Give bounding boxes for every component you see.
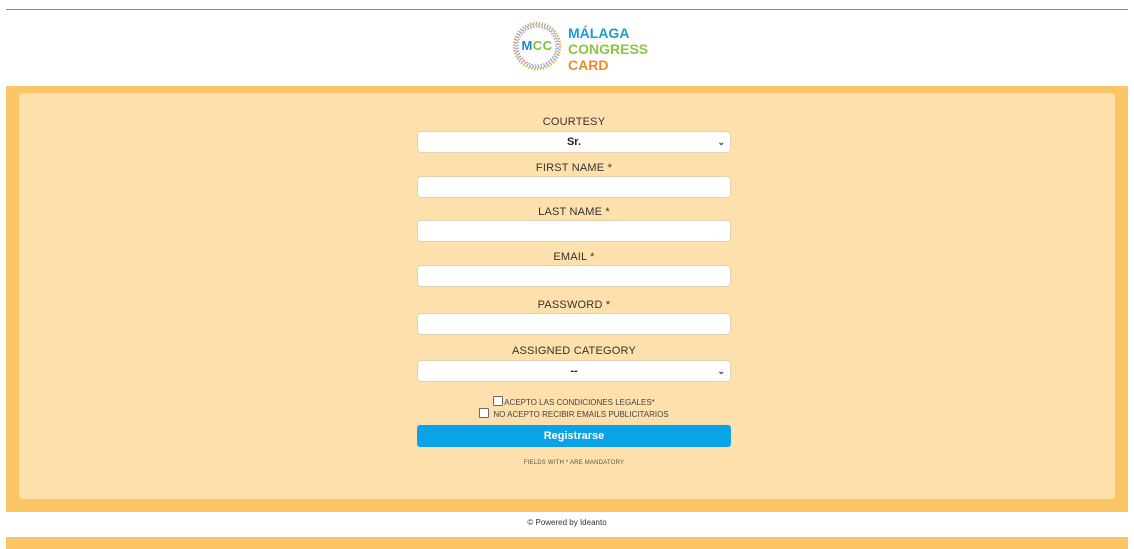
logo-line-malaga: MÁLAGA (568, 25, 630, 41)
mcc-logo[interactable]: MCC MÁLAGA CONGRESS CARD (507, 17, 648, 79)
last-name-input[interactable] (417, 220, 731, 242)
assigned-category-label: ASSIGNED CATEGORY (511, 345, 637, 357)
assigned-category-select[interactable]: -- ⌄ (417, 360, 731, 382)
registration-frame: COURTESY Sr. ⌄ FIRST NAME * LAST NAME * … (6, 86, 1128, 512)
advertising-emails-label: NO ACEPTO RECIBIR EMAILS PUBLICITARIOS (493, 410, 669, 419)
first-name-input[interactable] (417, 176, 731, 198)
chevron-down-icon: ⌄ (717, 366, 725, 376)
register-button[interactable]: Registrarse (417, 425, 731, 447)
first-name-label: FIRST NAME * (535, 162, 613, 174)
last-name-label: LAST NAME * (538, 206, 610, 218)
legal-conditions-checkbox[interactable] (493, 396, 504, 406)
password-input[interactable] (417, 313, 731, 335)
courtesy-label: COURTESY (542, 116, 606, 128)
mandatory-fields-note: FIELDS WITH * ARE MANDATORY (523, 460, 625, 466)
logo-line-congress: CONGRESS (568, 41, 649, 57)
registration-panel: COURTESY Sr. ⌄ FIRST NAME * LAST NAME * … (19, 93, 1115, 499)
footer-powered-by: © Powered by Ideanto (527, 518, 607, 527)
logo-line-card: CARD (568, 57, 609, 73)
chevron-down-icon: ⌄ (717, 137, 725, 147)
legal-conditions-label: ACEPTO LAS CONDICIONES LEGALES* (504, 398, 655, 407)
email-label: EMAIL * (553, 251, 595, 263)
password-label: PASSWORD * (537, 299, 611, 311)
top-divider (6, 9, 1128, 10)
advertising-emails-row: NO ACEPTO RECIBIR EMAILS PUBLICITARIOS (417, 408, 731, 420)
logo-mark-text: MCC (521, 38, 553, 53)
courtesy-selected-value: Sr. (566, 136, 582, 148)
assigned-category-selected-value: -- (570, 365, 578, 377)
logo-wordmark: MÁLAGA CONGRESS CARD (568, 25, 648, 73)
email-input[interactable] (417, 265, 731, 287)
advertising-emails-checkbox[interactable] (479, 408, 490, 418)
courtesy-select[interactable]: Sr. ⌄ (417, 131, 731, 153)
bottom-bar (6, 537, 1128, 549)
legal-conditions-row: ACEPTO LAS CONDICIONES LEGALES* (417, 396, 731, 408)
